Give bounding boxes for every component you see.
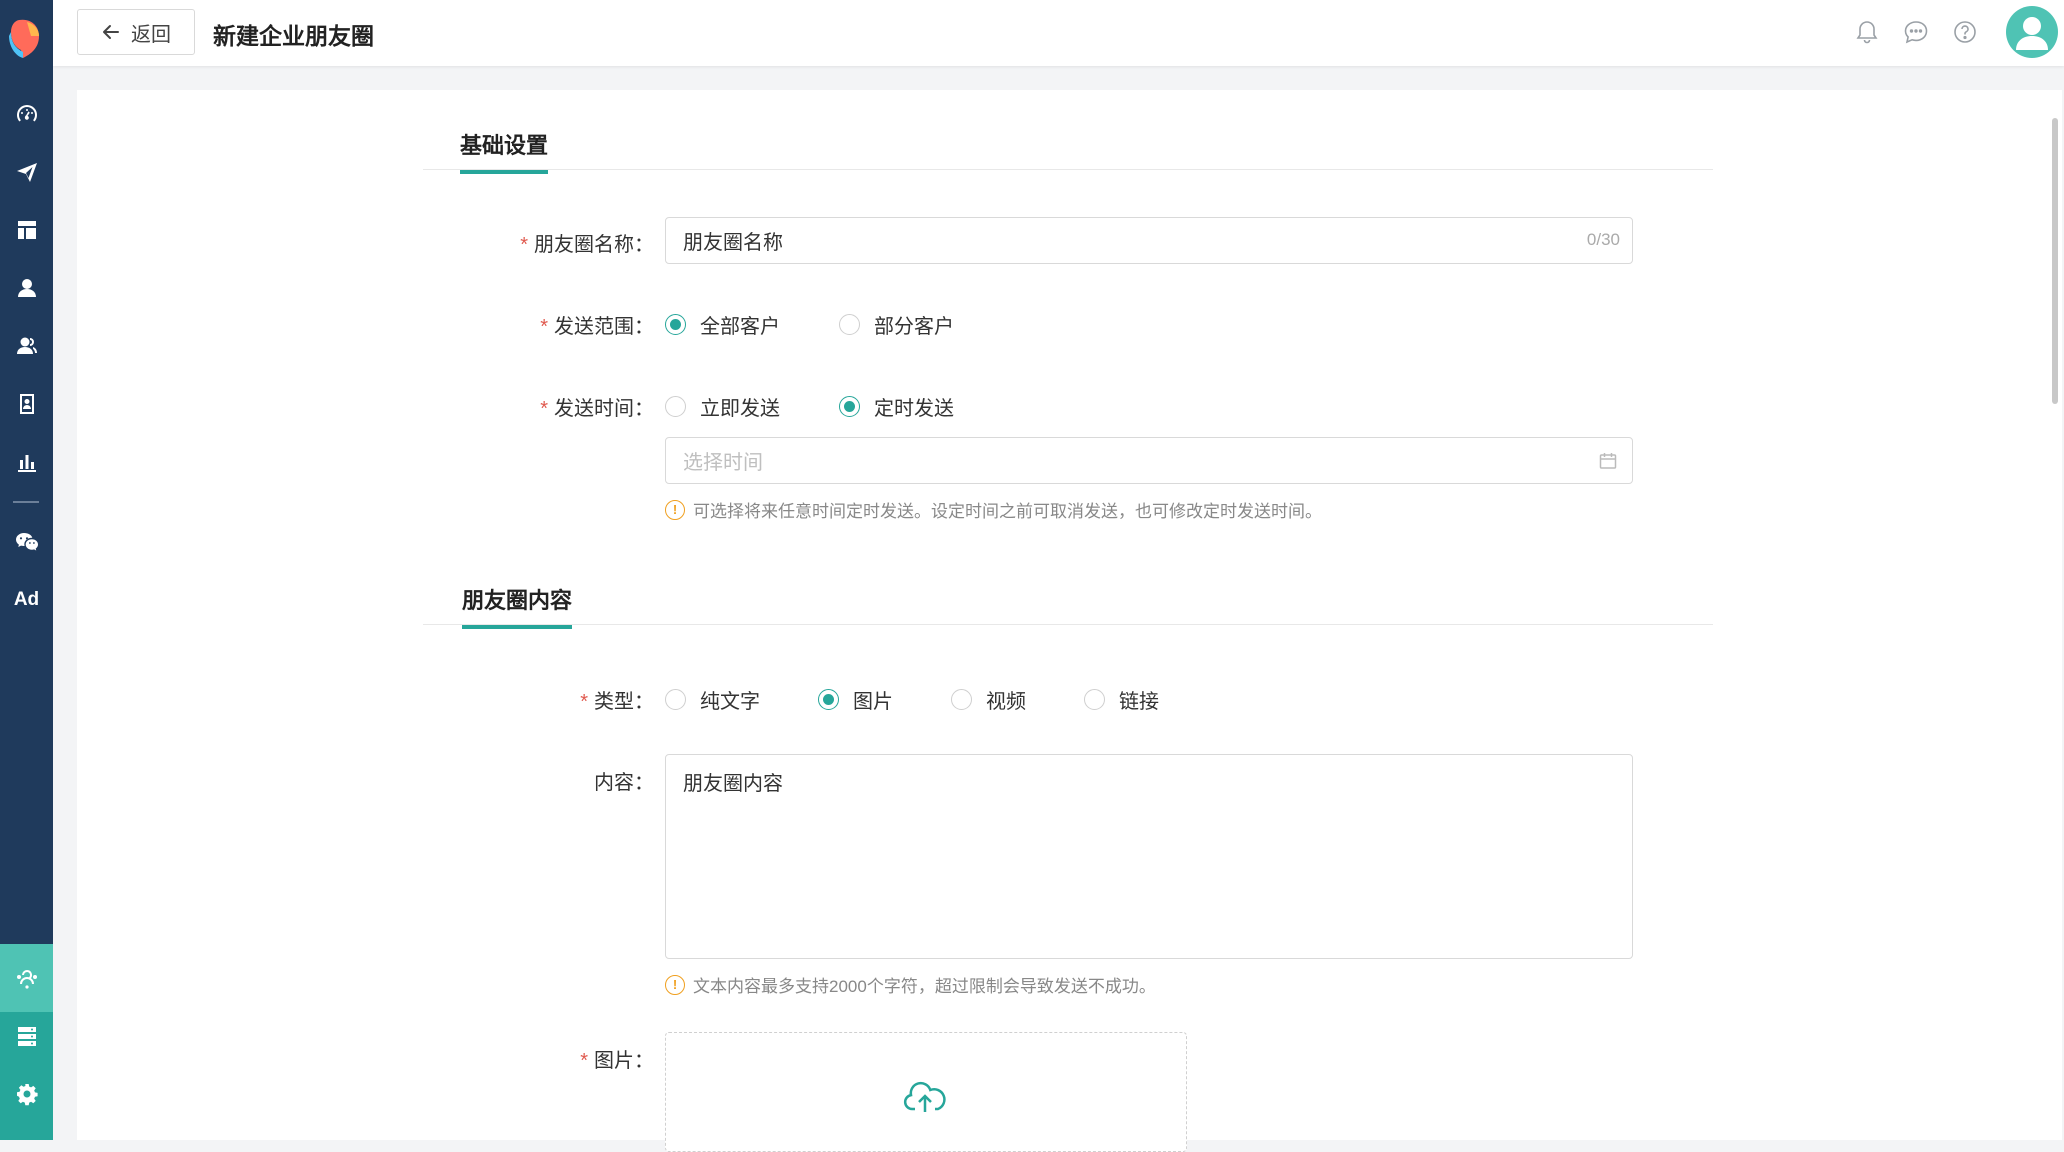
body-label: 内容： xyxy=(594,772,654,794)
radio-dot xyxy=(839,314,860,335)
page-title: 新建企业朋友圈 xyxy=(213,23,374,49)
gear-icon[interactable] xyxy=(0,1070,53,1118)
radio-dot xyxy=(839,396,860,417)
type-image-radio[interactable]: 图片 xyxy=(818,685,893,714)
type-text-radio[interactable]: 纯文字 xyxy=(665,685,760,714)
time-scheduled-radio[interactable]: 定时发送 xyxy=(839,392,954,421)
help-icon[interactable] xyxy=(1951,18,1979,46)
back-button-label: 返回 xyxy=(131,23,171,46)
image-label: * 图片： xyxy=(580,1044,654,1073)
name-input-value: 朋友圈名称 xyxy=(683,232,783,254)
tab-content-underline xyxy=(462,625,573,629)
time-scheduled-label: 定时发送 xyxy=(874,398,954,420)
message-icon[interactable] xyxy=(1902,18,1930,46)
tab-moments-content-label: 朋友圈内容 xyxy=(462,588,573,613)
arrow-left-icon xyxy=(103,25,119,39)
type-text-label: 纯文字 xyxy=(700,691,760,713)
radio-dot xyxy=(818,689,839,710)
cloud-upload-icon xyxy=(903,1081,946,1112)
moments-icon[interactable] xyxy=(0,954,53,1002)
radio-dot xyxy=(951,689,972,710)
scope-part-label: 部分客户 xyxy=(874,316,954,338)
bell-icon[interactable] xyxy=(1853,18,1881,46)
avatar[interactable] xyxy=(2006,6,2058,58)
time-picker-placeholder: 选择时间 xyxy=(683,452,763,474)
tab-moments-content[interactable]: 朋友圈内容 xyxy=(462,583,573,629)
type-link-radio[interactable]: 链接 xyxy=(1084,685,1159,714)
send-icon[interactable] xyxy=(0,148,53,196)
name-counter: 0/30 xyxy=(1586,230,1620,249)
scope-all-label: 全部客户 xyxy=(700,316,780,338)
app-logo[interactable] xyxy=(9,18,43,62)
bar-chart-icon[interactable] xyxy=(0,438,53,486)
radio-dot xyxy=(1084,689,1105,710)
time-hint-text: 可选择将来任意时间定时发送。设定时间之前可取消发送，也可修改定时发送时间。 xyxy=(693,502,1322,521)
body-hint-text: 文本内容最多支持2000个字符，超过限制会导致发送不成功。 xyxy=(693,977,1156,996)
radio-dot xyxy=(665,689,686,710)
scrollbar[interactable] xyxy=(2052,118,2058,404)
body-textarea-value: 朋友圈内容 xyxy=(683,773,783,795)
type-image-label: 图片 xyxy=(853,691,893,713)
scope-label-text: 发送范围： xyxy=(554,316,654,338)
time-label: * 发送时间： xyxy=(540,392,654,421)
scope-part-radio[interactable]: 部分客户 xyxy=(839,310,954,339)
required-mark: * xyxy=(520,234,528,256)
user-icon[interactable] xyxy=(0,264,53,312)
tab-basic-settings-label: 基础设置 xyxy=(460,133,549,158)
section-divider xyxy=(423,624,1713,625)
type-label: * 类型： xyxy=(580,685,654,714)
ad-icon[interactable]: Ad xyxy=(0,576,53,624)
scope-label: * 发送范围： xyxy=(540,310,654,339)
type-video-radio[interactable]: 视频 xyxy=(951,685,1026,714)
radio-dot xyxy=(665,396,686,417)
sidebar: Ad xyxy=(0,0,53,1140)
image-upload-area[interactable] xyxy=(665,1032,1187,1152)
name-label-text: 朋友圈名称： xyxy=(534,234,654,256)
required-mark: * xyxy=(540,316,548,338)
name-label: * 朋友圈名称： xyxy=(520,228,654,257)
tab-basic-underline xyxy=(460,170,549,174)
time-label-text: 发送时间： xyxy=(554,398,654,420)
back-button[interactable]: 返回 xyxy=(77,9,195,55)
time-now-label: 立即发送 xyxy=(700,398,780,420)
required-mark: * xyxy=(580,691,588,713)
server-icon[interactable] xyxy=(0,1012,53,1060)
contact-card-icon[interactable] xyxy=(0,380,53,428)
body-hint: ! 文本内容最多支持2000个字符，超过限制会导致发送不成功。 xyxy=(665,972,1156,997)
users-icon[interactable] xyxy=(0,322,53,370)
time-hint: ! 可选择将来任意时间定时发送。设定时间之前可取消发送，也可修改定时发送时间。 xyxy=(665,497,1322,522)
name-input[interactable]: 朋友圈名称 0/30 xyxy=(665,217,1633,264)
body-textarea[interactable]: 朋友圈内容 xyxy=(665,754,1633,959)
dashboard-icon[interactable] xyxy=(0,90,53,138)
type-label-text: 类型： xyxy=(594,691,654,713)
image-label-text: 图片： xyxy=(594,1050,654,1072)
wechat-icon[interactable] xyxy=(0,518,53,566)
type-video-label: 视频 xyxy=(986,691,1026,713)
sidebar-bottom xyxy=(0,944,53,1140)
section-divider xyxy=(423,169,1713,170)
tab-basic-settings[interactable]: 基础设置 xyxy=(460,128,549,174)
time-picker-input[interactable]: 选择时间 xyxy=(665,437,1633,484)
time-now-radio[interactable]: 立即发送 xyxy=(665,392,780,421)
layout-icon[interactable] xyxy=(0,206,53,254)
warning-icon: ! xyxy=(665,499,685,520)
required-mark: * xyxy=(540,398,548,420)
warning-icon: ! xyxy=(665,974,685,995)
scope-all-radio[interactable]: 全部客户 xyxy=(665,310,780,339)
type-link-label: 链接 xyxy=(1119,691,1159,713)
top-header: 返回 新建企业朋友圈 xyxy=(53,0,2064,66)
required-mark: * xyxy=(580,1050,588,1072)
ad-icon-text: Ad xyxy=(13,589,40,610)
calendar-icon xyxy=(1598,451,1618,471)
sidebar-divider xyxy=(13,501,39,503)
radio-dot xyxy=(665,314,686,335)
